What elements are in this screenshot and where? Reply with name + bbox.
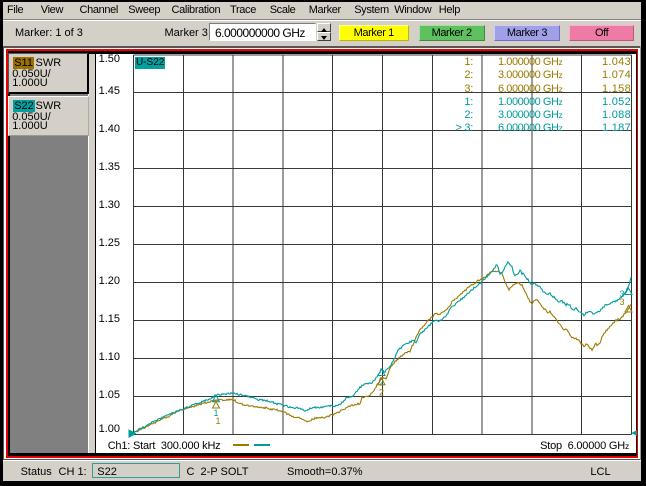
svg-text:1: 1 [215,416,220,426]
svg-text:3: 3 [619,297,624,307]
svg-text:2: 2 [379,388,384,398]
